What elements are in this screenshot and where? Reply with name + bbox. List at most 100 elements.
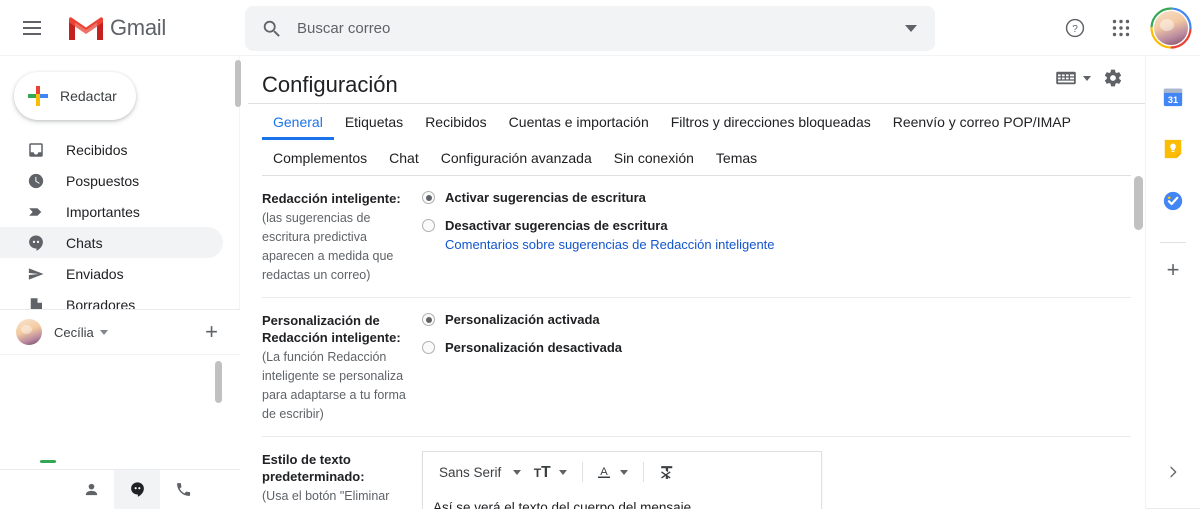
sidebar-item-pospuestos[interactable]: Pospuestos <box>0 165 223 196</box>
radio-button[interactable] <box>422 219 435 232</box>
sidebar-item-enviados[interactable]: Enviados <box>0 258 223 289</box>
sidebar-item-chats[interactable]: Chats <box>0 227 223 258</box>
clock-icon <box>26 171 46 191</box>
apps-grid-icon[interactable] <box>1100 7 1142 49</box>
text-size-chevron-down-icon[interactable] <box>559 469 568 475</box>
hangouts-user-name: Cecília <box>54 324 94 340</box>
hangouts-conversation-list <box>0 354 240 469</box>
radio-label: Personalización activada <box>445 312 600 327</box>
search-options-icon[interactable] <box>905 25 917 32</box>
hangouts-add-icon[interactable]: + <box>205 321 218 343</box>
page-title: Configuración <box>262 72 398 97</box>
radio-button[interactable] <box>422 191 435 204</box>
important-marker-icon <box>26 202 46 222</box>
hangouts-scrollbar[interactable] <box>215 361 222 403</box>
hangouts-account-row[interactable]: Cecília + <box>0 310 240 354</box>
chevron-down-icon[interactable] <box>1083 75 1091 81</box>
remove-formatting-icon[interactable] <box>655 461 680 484</box>
hangouts-tab-calls[interactable] <box>160 470 206 509</box>
smart-compose-feedback-link[interactable]: Comentarios sobre sugerencias de Redacci… <box>445 237 775 252</box>
gear-icon[interactable] <box>1103 68 1123 88</box>
sidebar-item-label: Recibidos <box>66 141 128 158</box>
search-icon <box>263 20 280 37</box>
setting-title: Redacción inteligente: <box>262 191 401 206</box>
settings-tabs-row-1: General Etiquetas Recibidos Cuentas e im… <box>262 104 1131 140</box>
tab-reenvio-y-correo-pop-imap[interactable]: Reenvío y correo POP/IMAP <box>882 104 1082 140</box>
radio-option-personalization-off[interactable]: Personalización desactivada <box>422 340 1131 355</box>
compose-button[interactable]: Redactar <box>14 72 136 120</box>
setting-default-text-style: Estilo de texto predeterminado: (Usa el … <box>262 437 1131 509</box>
right-side-rail: 31 + <box>1145 56 1200 509</box>
tab-general[interactable]: General <box>262 104 334 140</box>
sidebar-item-importantes[interactable]: Importantes <box>0 196 223 227</box>
chevron-right-icon[interactable] <box>1165 464 1181 485</box>
text-color-chevron-down-icon[interactable] <box>620 469 629 475</box>
radio-option-smart-compose-on[interactable]: Activar sugerencias de escritura <box>422 190 1131 205</box>
hangouts-avatar <box>16 319 42 345</box>
settings-content: Redacción inteligente: (las sugerencias … <box>248 176 1145 509</box>
radio-option-smart-compose-off[interactable]: Desactivar sugerencias de escritura <box>422 218 1131 233</box>
sidebar-item-label: Importantes <box>66 203 140 220</box>
top-bar-actions: ? <box>1054 0 1192 56</box>
settings-scrollbar[interactable] <box>1134 176 1143 230</box>
gmail-logo-text: Gmail <box>110 14 166 40</box>
text-color-icon[interactable]: A <box>592 461 616 483</box>
text-style-editor: Sans Serif T T A Así se verá el texto de… <box>422 451 822 509</box>
settings-tabs-row-2: Complementos Chat Configuración avanzada… <box>262 140 1131 176</box>
tab-chat[interactable]: Chat <box>378 140 430 176</box>
toolbar-divider <box>643 462 645 482</box>
tab-configuracion-avanzada[interactable]: Configuración avanzada <box>430 140 603 176</box>
sidebar-item-recibidos[interactable]: Recibidos <box>0 134 223 165</box>
text-style-preview[interactable]: Así se verá el texto del cuerpo del mens… <box>423 492 821 509</box>
display-density-icon[interactable] <box>1055 70 1077 86</box>
google-calendar-icon[interactable]: 31 <box>1162 86 1184 108</box>
tab-etiquetas[interactable]: Etiquetas <box>334 104 414 140</box>
sidebar-nav-list: Recibidos Pospuestos Importantes Chats E… <box>0 134 239 320</box>
radio-button[interactable] <box>422 313 435 326</box>
hangouts-chat-icon <box>130 482 144 497</box>
radio-option-personalization-on[interactable]: Personalización activada <box>422 312 1131 327</box>
gmail-settings-page: Gmail ? <box>0 0 1200 509</box>
compose-label: Redactar <box>60 88 117 104</box>
avatar-photo <box>1154 11 1188 45</box>
setting-title: Estilo de texto predeterminado: <box>262 452 365 484</box>
tab-sin-conexion[interactable]: Sin conexión <box>603 140 705 176</box>
setting-controls: Personalización activada Personalización… <box>422 312 1131 424</box>
setting-description: (las sugerencias de escritura predictiva… <box>262 211 394 282</box>
chevron-down-icon[interactable] <box>99 329 108 335</box>
phone-icon <box>176 483 190 496</box>
hangouts-status-indicator <box>40 460 56 463</box>
radio-label: Activar sugerencias de escritura <box>445 190 646 205</box>
chat-bubble-icon <box>26 233 46 253</box>
setting-personalization: Personalización de Redacción inteligente… <box>262 298 1131 437</box>
text-size-icon[interactable]: T T <box>529 461 555 483</box>
font-family-selector[interactable]: Sans Serif <box>431 465 509 480</box>
settings-panel: Configuración General Etiquetas Recibido… <box>248 56 1145 509</box>
hamburger-menu-icon[interactable] <box>8 4 56 52</box>
person-icon <box>85 483 97 496</box>
tab-cuentas-e-importacion[interactable]: Cuentas e importación <box>498 104 660 140</box>
hangouts-tab-contacts[interactable] <box>68 470 114 509</box>
tab-complementos[interactable]: Complementos <box>262 140 378 176</box>
setting-controls: Sans Serif T T A Así se verá el texto de… <box>422 451 1131 509</box>
hangouts-tab-chats[interactable] <box>114 469 160 509</box>
radio-label: Personalización desactivada <box>445 340 623 355</box>
search-input[interactable] <box>297 20 905 37</box>
settings-header-actions <box>1055 68 1123 88</box>
rail-add-icon[interactable]: + <box>1167 259 1180 281</box>
svg-text:T: T <box>541 464 551 481</box>
tab-filtros-y-direcciones-bloqueadas[interactable]: Filtros y direcciones bloqueadas <box>660 104 882 140</box>
tab-recibidos[interactable]: Recibidos <box>414 104 497 140</box>
gmail-logo[interactable]: Gmail <box>66 13 166 43</box>
setting-title: Personalización de Redacción inteligente… <box>262 313 401 345</box>
avatar[interactable] <box>1150 7 1192 49</box>
tab-temas[interactable]: Temas <box>705 140 768 176</box>
help-circle-icon[interactable]: ? <box>1054 7 1096 49</box>
search-bar[interactable] <box>245 6 935 51</box>
font-family-chevron-down-icon[interactable] <box>513 469 522 475</box>
radio-button[interactable] <box>422 341 435 354</box>
sidebar-scrollbar[interactable] <box>235 60 241 107</box>
sidebar-item-label: Chats <box>66 234 103 251</box>
google-tasks-icon[interactable] <box>1162 190 1184 212</box>
google-keep-icon[interactable] <box>1162 138 1184 160</box>
